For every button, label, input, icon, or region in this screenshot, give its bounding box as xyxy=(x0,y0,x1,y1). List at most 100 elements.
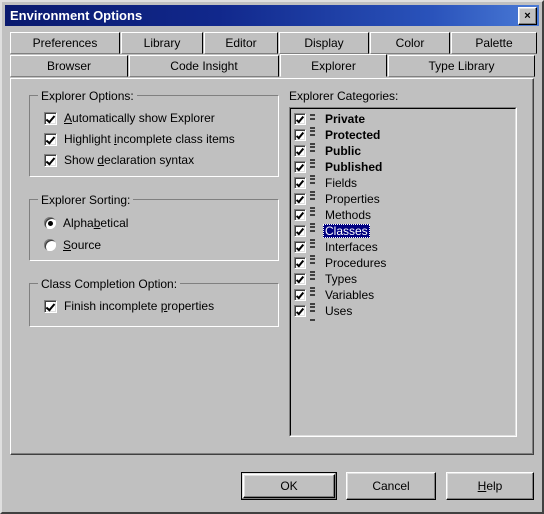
tab-strip: Preferences Library Editor Display Color Pale… xyxy=(10,32,537,80)
category-row[interactable]: Classes xyxy=(293,223,515,241)
category-icon xyxy=(308,193,317,209)
option-label: Automatically show Explorer xyxy=(64,111,215,125)
sorting-option-2[interactable]: Source xyxy=(44,238,101,252)
tab-color[interactable]: Color xyxy=(370,32,450,54)
checkbox-icon[interactable] xyxy=(294,289,306,301)
category-icon xyxy=(308,161,317,177)
option-label: Source xyxy=(63,238,102,252)
category-label: Published xyxy=(325,160,383,174)
checkbox-icon[interactable] xyxy=(294,161,306,173)
radio-icon[interactable] xyxy=(44,239,56,251)
tab-label: Preferences xyxy=(32,36,98,50)
tab-label: Explorer xyxy=(311,58,356,73)
tab-label: Library xyxy=(143,36,181,50)
category-label: Private xyxy=(325,112,366,126)
checkbox-icon[interactable] xyxy=(294,257,306,269)
explorer-sorting-legend: Explorer Sorting: xyxy=(38,193,134,207)
category-row[interactable]: Public xyxy=(293,143,515,161)
checkbox-icon[interactable] xyxy=(294,193,306,205)
tab-editor[interactable]: Editor xyxy=(204,32,278,54)
category-row[interactable]: Procedures xyxy=(293,255,515,273)
tab-palette[interactable]: Palette xyxy=(451,32,537,54)
button-face: OK xyxy=(243,474,335,498)
class-completion-option-1[interactable]: Finish incomplete properties xyxy=(44,299,214,313)
category-label: Types xyxy=(325,272,358,286)
category-row[interactable]: Methods xyxy=(293,207,515,225)
checkbox-icon[interactable] xyxy=(44,132,57,146)
category-label: Classes xyxy=(323,224,370,238)
checkbox-icon[interactable] xyxy=(294,145,306,157)
category-label: Methods xyxy=(325,208,372,222)
ok-button[interactable]: OK xyxy=(241,472,337,500)
checkbox-icon[interactable] xyxy=(44,299,57,313)
category-icon xyxy=(308,289,317,305)
title-bar[interactable]: Environment Options × xyxy=(5,5,539,26)
tab-library[interactable]: Library xyxy=(121,32,203,54)
category-row[interactable]: Fields xyxy=(293,175,515,193)
category-row[interactable]: Types xyxy=(293,271,515,289)
category-icon xyxy=(308,129,317,145)
category-label: Properties xyxy=(325,192,380,206)
tab-code-insight[interactable]: Code Insight xyxy=(129,55,279,77)
category-row[interactable]: Interfaces xyxy=(293,239,515,257)
tab-type-library[interactable]: Type Library xyxy=(388,55,535,77)
option-label: Highlight incomplete class items xyxy=(64,132,235,146)
category-label: Fields xyxy=(325,176,358,190)
category-row[interactable]: Published xyxy=(293,159,515,177)
tab-label: Palette xyxy=(475,36,513,50)
checkbox-icon[interactable] xyxy=(294,305,306,317)
help-button[interactable]: Help xyxy=(446,472,534,500)
tab-preferences[interactable]: Preferences xyxy=(10,32,120,54)
checkbox-icon[interactable] xyxy=(44,153,57,167)
explorer-categories-listbox[interactable]: Private Protected Public Published Fields Pro… xyxy=(289,107,517,437)
checkbox-icon[interactable] xyxy=(44,111,57,125)
category-row[interactable]: Variables xyxy=(293,287,515,305)
sorting-option-1[interactable]: Alphabetical xyxy=(44,216,128,230)
class-completion-legend: Class Completion Option: xyxy=(38,277,181,291)
explorer-options-legend: Explorer Options: xyxy=(38,89,137,103)
option-label: Alphabetical xyxy=(63,216,129,230)
option-label: Show declaration syntax xyxy=(64,153,195,167)
explorer-option-1[interactable]: Automatically show Explorer xyxy=(44,111,215,125)
tab-display[interactable]: Display xyxy=(279,32,369,54)
checkbox-icon[interactable] xyxy=(294,129,306,141)
category-icon xyxy=(308,273,317,289)
tab-row-2: Browser Code Insight Explorer Type Library xyxy=(10,54,535,78)
category-icon xyxy=(308,241,317,257)
tab-content-panel: Explorer Options: Automatically show Exp… xyxy=(10,78,534,455)
category-label: Public xyxy=(325,144,362,158)
checkbox-icon[interactable] xyxy=(294,273,306,285)
category-icon xyxy=(308,113,317,129)
tab-explorer[interactable]: Explorer xyxy=(280,54,387,77)
category-row[interactable]: Protected xyxy=(293,127,515,145)
tab-label: Color xyxy=(395,36,425,50)
category-row[interactable]: Uses xyxy=(293,303,515,321)
option-label: Cancel xyxy=(372,479,410,493)
radio-icon[interactable] xyxy=(44,217,56,229)
checkbox-icon[interactable] xyxy=(294,209,306,221)
tab-label: Browser xyxy=(46,59,91,73)
category-icon xyxy=(308,209,317,225)
close-icon[interactable]: × xyxy=(518,7,537,25)
explorer-option-3[interactable]: Show declaration syntax xyxy=(44,153,194,167)
cancel-button[interactable]: Cancel xyxy=(346,472,436,500)
tab-label: Type Library xyxy=(428,59,495,73)
category-icon xyxy=(308,177,317,193)
tab-label: Code Insight xyxy=(170,59,238,73)
category-icon xyxy=(308,225,317,241)
option-label: Help xyxy=(477,479,503,493)
checkbox-icon[interactable] xyxy=(294,177,306,189)
checkbox-icon[interactable] xyxy=(294,225,306,237)
category-label: Uses xyxy=(325,304,353,318)
category-label: Procedures xyxy=(325,256,387,270)
category-row[interactable]: Private xyxy=(293,111,515,129)
category-label: Variables xyxy=(325,288,375,302)
explorer-option-2[interactable]: Highlight incomplete class items xyxy=(44,132,235,146)
category-row[interactable]: Properties xyxy=(293,191,515,209)
explorer-categories-list: Private Protected Public Published Fields Pro… xyxy=(290,108,516,436)
checkbox-icon[interactable] xyxy=(294,241,306,253)
tab-label: Display xyxy=(304,36,344,50)
tab-browser[interactable]: Browser xyxy=(10,55,128,77)
environment-options-dialog: Environment Options × Preferences Library… xyxy=(0,0,544,514)
checkbox-icon[interactable] xyxy=(294,113,306,125)
